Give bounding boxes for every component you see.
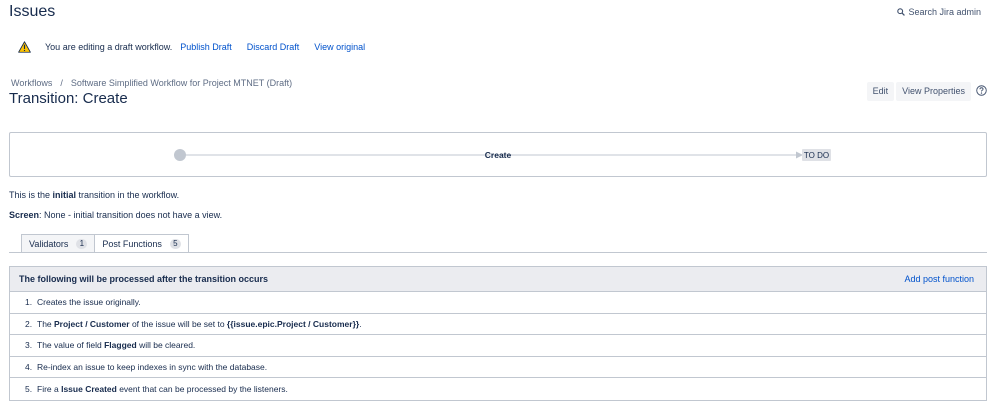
post-function-text: Fire a Issue Created event that can be p…	[37, 384, 288, 395]
add-post-function-link[interactable]: Add post function	[904, 274, 974, 284]
info-text-pre: This is the	[9, 190, 53, 200]
post-function-number: 1.	[25, 297, 33, 308]
tab-validators-count: 1	[76, 238, 88, 249]
warning-icon	[18, 41, 31, 53]
post-function-row: 5. Fire a Issue Created event that can b…	[10, 378, 986, 400]
page-title: Issues	[9, 3, 56, 20]
post-function-text: Creates the issue originally.	[37, 297, 141, 308]
post-functions-header-title: The following will be processed after th…	[19, 274, 269, 284]
screen-value: : None - initial transition does not hav…	[39, 210, 223, 220]
discard-draft-link[interactable]: Discard Draft	[247, 42, 300, 52]
post-function-text: The value of field Flagged will be clear…	[37, 340, 196, 351]
breadcrumb-workflow-link[interactable]: Software Simplified Workflow for Project…	[71, 78, 292, 88]
transition-title: Transition: Create	[9, 90, 128, 107]
tabs-divider	[9, 252, 987, 253]
search-jira-admin-label: Search Jira admin	[908, 7, 981, 17]
publish-draft-link[interactable]: Publish Draft	[180, 42, 232, 52]
post-function-number: 5.	[25, 384, 33, 395]
edit-button[interactable]: Edit	[866, 82, 895, 101]
info-text-post: transition in the workflow.	[76, 190, 180, 200]
post-function-text: The Project / Customer of the issue will…	[37, 318, 362, 329]
initial-transition-info: This is the initial transition in the wo…	[9, 190, 179, 200]
transition-diagram: Create TO DO	[9, 132, 987, 177]
view-original-link[interactable]: View original	[314, 42, 365, 52]
post-function-row: 1. Creates the issue originally.	[10, 292, 986, 314]
tab-validators-label: Validators	[29, 238, 69, 249]
draft-warning-bar: You are editing a draft workflow. Publis…	[18, 41, 380, 53]
screen-label: Screen	[9, 210, 40, 220]
search-jira-admin-link[interactable]: Search Jira admin	[897, 7, 981, 17]
breadcrumb-separator: /	[60, 78, 63, 88]
post-function-number: 2.	[25, 318, 33, 329]
info-text-bold: initial	[52, 190, 77, 200]
search-icon	[897, 8, 906, 16]
screen-info: Screen: None - initial transition does n…	[9, 210, 222, 220]
post-function-text: Re-index an issue to keep indexes in syn…	[37, 362, 268, 373]
help-icon[interactable]	[976, 85, 987, 96]
view-properties-button[interactable]: View Properties	[896, 82, 971, 101]
post-function-row: 3. The value of field Flagged will be cl…	[10, 335, 986, 357]
transition-actions: Edit View Properties	[866, 82, 971, 101]
initial-state-node	[174, 149, 186, 161]
post-function-number: 3.	[25, 340, 33, 351]
post-function-number: 4.	[25, 362, 33, 373]
transition-diagram-svg: Create TO DO	[174, 149, 831, 161]
post-function-row: 4. Re-index an issue to keep indexes in …	[10, 357, 986, 379]
breadcrumb-workflows-link[interactable]: Workflows	[11, 78, 52, 88]
tab-post-functions[interactable]: Post Functions 5	[95, 234, 189, 253]
tab-post-functions-count: 5	[169, 238, 181, 249]
transition-arrowhead	[796, 151, 803, 159]
post-functions-table: The following will be processed after th…	[9, 266, 987, 401]
post-functions-header: The following will be processed after th…	[10, 267, 986, 292]
tab-post-functions-label: Post Functions	[102, 238, 162, 249]
draft-message: You are editing a draft workflow.	[45, 42, 173, 52]
status-todo-label[interactable]: TO DO	[804, 151, 829, 160]
breadcrumb: Workflows / Software Simplified Workflow…	[11, 78, 292, 88]
tab-validators[interactable]: Validators 1	[21, 234, 96, 253]
transition-label[interactable]: Create	[485, 150, 512, 160]
post-function-row: 2. The Project / Customer of the issue w…	[10, 314, 986, 336]
transition-tabs: Validators 1 Post Functions 5	[21, 234, 189, 253]
